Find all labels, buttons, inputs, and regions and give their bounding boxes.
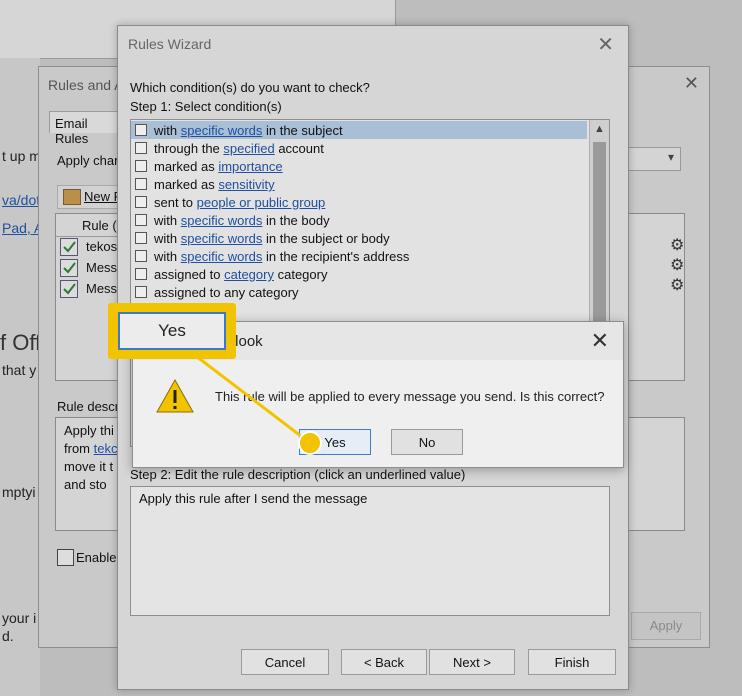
callout-yes: Yes	[108, 303, 236, 359]
callout-yes-label: Yes	[118, 312, 226, 350]
callout-dot	[298, 431, 322, 455]
